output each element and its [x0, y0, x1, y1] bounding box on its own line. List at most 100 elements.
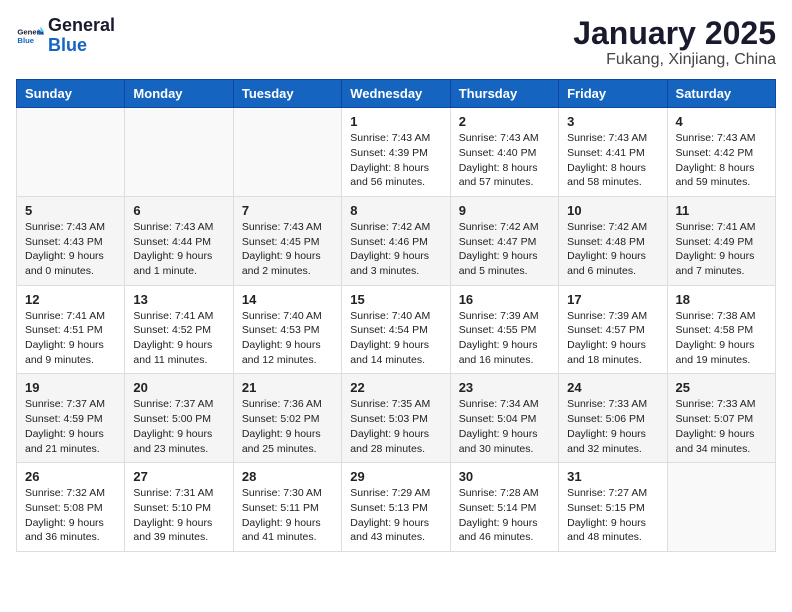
- day-info: Sunrise: 7:37 AM Sunset: 4:59 PM Dayligh…: [25, 397, 116, 456]
- calendar-cell: [125, 108, 233, 197]
- day-info: Sunrise: 7:40 AM Sunset: 4:53 PM Dayligh…: [242, 309, 333, 368]
- day-info: Sunrise: 7:37 AM Sunset: 5:00 PM Dayligh…: [133, 397, 224, 456]
- day-number: 4: [676, 114, 767, 129]
- day-number: 1: [350, 114, 441, 129]
- weekday-header-monday: Monday: [125, 80, 233, 108]
- calendar-cell: 19 Sunrise: 7:37 AM Sunset: 4:59 PM Dayli…: [17, 374, 125, 463]
- weekday-header-thursday: Thursday: [450, 80, 558, 108]
- day-number: 27: [133, 469, 224, 484]
- day-info: Sunrise: 7:43 AM Sunset: 4:39 PM Dayligh…: [350, 131, 441, 190]
- calendar-cell: 31 Sunrise: 7:27 AM Sunset: 5:15 PM Dayli…: [559, 463, 667, 552]
- logo: General Blue General Blue: [16, 16, 115, 56]
- calendar-cell: 24 Sunrise: 7:33 AM Sunset: 5:06 PM Dayli…: [559, 374, 667, 463]
- calendar-cell: 26Sunrise: 7:32 AM Sunset: 5:08 PM Dayli…: [17, 463, 125, 552]
- day-info: Sunrise: 7:41 AM Sunset: 4:51 PM Dayligh…: [25, 309, 116, 368]
- weekday-header-row: SundayMondayTuesdayWednesdayThursdayFrid…: [17, 80, 776, 108]
- day-number: 24: [567, 380, 658, 395]
- calendar-cell: 21 Sunrise: 7:36 AM Sunset: 5:02 PM Dayli…: [233, 374, 341, 463]
- weekday-header-tuesday: Tuesday: [233, 80, 341, 108]
- calendar-cell: 6Sunrise: 7:43 AM Sunset: 4:44 PM Daylig…: [125, 196, 233, 285]
- logo-general: General: [48, 16, 115, 36]
- day-number: 15: [350, 292, 441, 307]
- weekday-header-saturday: Saturday: [667, 80, 775, 108]
- calendar-cell: 10 Sunrise: 7:42 AM Sunset: 4:48 PM Dayli…: [559, 196, 667, 285]
- day-number: 16: [459, 292, 550, 307]
- week-row-2: 5 Sunrise: 7:43 AM Sunset: 4:43 PM Daylig…: [17, 196, 776, 285]
- day-info: Sunrise: 7:29 AM Sunset: 5:13 PM Dayligh…: [350, 486, 441, 545]
- calendar-cell: 12 Sunrise: 7:41 AM Sunset: 4:51 PM Dayli…: [17, 285, 125, 374]
- svg-text:Blue: Blue: [17, 36, 34, 45]
- day-info: Sunrise: 7:38 AM Sunset: 4:58 PM Dayligh…: [676, 309, 767, 368]
- calendar-cell: 1 Sunrise: 7:43 AM Sunset: 4:39 PM Daylig…: [342, 108, 450, 197]
- week-row-4: 19 Sunrise: 7:37 AM Sunset: 4:59 PM Dayli…: [17, 374, 776, 463]
- calendar-cell: 15 Sunrise: 7:40 AM Sunset: 4:54 PM Dayli…: [342, 285, 450, 374]
- week-row-1: 1 Sunrise: 7:43 AM Sunset: 4:39 PM Daylig…: [17, 108, 776, 197]
- calendar-cell: 3 Sunrise: 7:43 AM Sunset: 4:41 PM Daylig…: [559, 108, 667, 197]
- day-info: Sunrise: 7:42 AM Sunset: 4:46 PM Dayligh…: [350, 220, 441, 279]
- day-info: Sunrise: 7:43 AM Sunset: 4:42 PM Dayligh…: [676, 131, 767, 190]
- day-info: Sunrise: 7:27 AM Sunset: 5:15 PM Dayligh…: [567, 486, 658, 545]
- day-number: 22: [350, 380, 441, 395]
- title-section: January 2025 Fukang, Xinjiang, China: [573, 16, 776, 69]
- day-number: 12: [25, 292, 116, 307]
- calendar-cell: 29 Sunrise: 7:29 AM Sunset: 5:13 PM Dayli…: [342, 463, 450, 552]
- day-info: Sunrise: 7:42 AM Sunset: 4:48 PM Dayligh…: [567, 220, 658, 279]
- day-number: 10: [567, 203, 658, 218]
- day-info: Sunrise: 7:39 AM Sunset: 4:57 PM Dayligh…: [567, 309, 658, 368]
- location-title: Fukang, Xinjiang, China: [573, 51, 776, 69]
- calendar-cell: 23 Sunrise: 7:34 AM Sunset: 5:04 PM Dayli…: [450, 374, 558, 463]
- calendar-cell: 28 Sunrise: 7:30 AM Sunset: 5:11 PM Dayli…: [233, 463, 341, 552]
- day-number: 18: [676, 292, 767, 307]
- day-number: 31: [567, 469, 658, 484]
- calendar-cell: 5 Sunrise: 7:43 AM Sunset: 4:43 PM Daylig…: [17, 196, 125, 285]
- day-info: Sunrise: 7:41 AM Sunset: 4:49 PM Dayligh…: [676, 220, 767, 279]
- day-number: 30: [459, 469, 550, 484]
- calendar-cell: 27Sunrise: 7:31 AM Sunset: 5:10 PM Dayli…: [125, 463, 233, 552]
- day-number: 25: [676, 380, 767, 395]
- calendar-table: SundayMondayTuesdayWednesdayThursdayFrid…: [16, 79, 776, 552]
- day-number: 3: [567, 114, 658, 129]
- day-info: Sunrise: 7:28 AM Sunset: 5:14 PM Dayligh…: [459, 486, 550, 545]
- day-number: 28: [242, 469, 333, 484]
- calendar-cell: 13Sunrise: 7:41 AM Sunset: 4:52 PM Dayli…: [125, 285, 233, 374]
- day-info: Sunrise: 7:33 AM Sunset: 5:07 PM Dayligh…: [676, 397, 767, 456]
- calendar-cell: 11 Sunrise: 7:41 AM Sunset: 4:49 PM Dayli…: [667, 196, 775, 285]
- day-number: 23: [459, 380, 550, 395]
- day-number: 29: [350, 469, 441, 484]
- day-info: Sunrise: 7:43 AM Sunset: 4:44 PM Dayligh…: [133, 220, 224, 279]
- day-info: Sunrise: 7:43 AM Sunset: 4:43 PM Dayligh…: [25, 220, 116, 279]
- day-number: 11: [676, 203, 767, 218]
- day-number: 2: [459, 114, 550, 129]
- calendar-cell: 9Sunrise: 7:42 AM Sunset: 4:47 PM Daylig…: [450, 196, 558, 285]
- calendar-cell: 25 Sunrise: 7:33 AM Sunset: 5:07 PM Dayli…: [667, 374, 775, 463]
- day-info: Sunrise: 7:30 AM Sunset: 5:11 PM Dayligh…: [242, 486, 333, 545]
- calendar-cell: 20Sunrise: 7:37 AM Sunset: 5:00 PM Dayli…: [125, 374, 233, 463]
- calendar-cell: 7Sunrise: 7:43 AM Sunset: 4:45 PM Daylig…: [233, 196, 341, 285]
- day-info: Sunrise: 7:43 AM Sunset: 4:41 PM Dayligh…: [567, 131, 658, 190]
- month-title: January 2025: [573, 16, 776, 51]
- day-info: Sunrise: 7:36 AM Sunset: 5:02 PM Dayligh…: [242, 397, 333, 456]
- day-info: Sunrise: 7:34 AM Sunset: 5:04 PM Dayligh…: [459, 397, 550, 456]
- day-number: 21: [242, 380, 333, 395]
- logo-icon: General Blue: [16, 22, 44, 50]
- logo-blue: Blue: [48, 36, 115, 56]
- calendar-cell: 2Sunrise: 7:43 AM Sunset: 4:40 PM Daylig…: [450, 108, 558, 197]
- day-info: Sunrise: 7:43 AM Sunset: 4:45 PM Dayligh…: [242, 220, 333, 279]
- day-info: Sunrise: 7:40 AM Sunset: 4:54 PM Dayligh…: [350, 309, 441, 368]
- day-number: 26: [25, 469, 116, 484]
- calendar-cell: 18 Sunrise: 7:38 AM Sunset: 4:58 PM Dayli…: [667, 285, 775, 374]
- day-number: 14: [242, 292, 333, 307]
- calendar-cell: 8Sunrise: 7:42 AM Sunset: 4:46 PM Daylig…: [342, 196, 450, 285]
- day-info: Sunrise: 7:42 AM Sunset: 4:47 PM Dayligh…: [459, 220, 550, 279]
- calendar-cell: [17, 108, 125, 197]
- day-number: 5: [25, 203, 116, 218]
- calendar-cell: [233, 108, 341, 197]
- day-info: Sunrise: 7:35 AM Sunset: 5:03 PM Dayligh…: [350, 397, 441, 456]
- day-number: 19: [25, 380, 116, 395]
- weekday-header-friday: Friday: [559, 80, 667, 108]
- day-info: Sunrise: 7:33 AM Sunset: 5:06 PM Dayligh…: [567, 397, 658, 456]
- calendar-cell: 30 Sunrise: 7:28 AM Sunset: 5:14 PM Dayli…: [450, 463, 558, 552]
- day-info: Sunrise: 7:41 AM Sunset: 4:52 PM Dayligh…: [133, 309, 224, 368]
- day-info: Sunrise: 7:39 AM Sunset: 4:55 PM Dayligh…: [459, 309, 550, 368]
- page-header: General Blue General Blue January 2025 F…: [16, 16, 776, 69]
